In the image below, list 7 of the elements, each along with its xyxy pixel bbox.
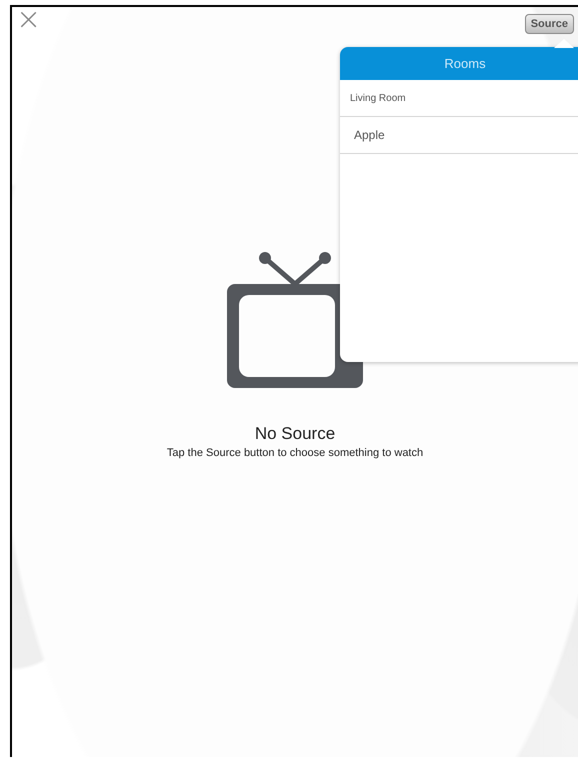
room-item[interactable]: Living Room [340,80,578,117]
empty-state-title: No Source [254,424,336,444]
empty-state-message: Tap the Source button to choose something to watch [166,447,424,459]
source-button[interactable]: Source [524,14,574,34]
source-item[interactable]: Apple [340,117,578,154]
tv-icon [227,252,363,388]
popover-title: Rooms [444,56,486,71]
